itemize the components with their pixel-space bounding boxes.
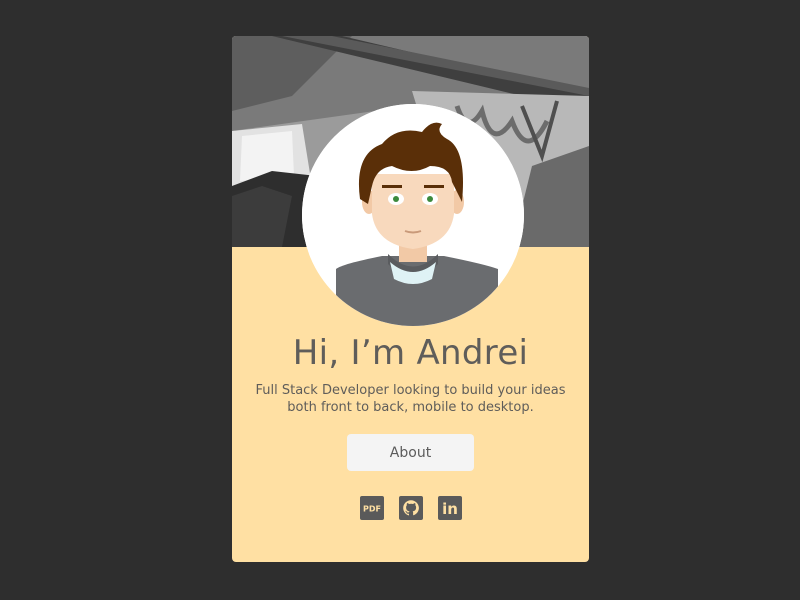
linkedin-icon: in xyxy=(438,496,462,520)
greeting-heading: Hi, I’m Andrei xyxy=(292,333,529,373)
profile-card: Hi, I’m Andrei Full Stack Developer look… xyxy=(232,36,589,562)
linkedin-link[interactable]: in xyxy=(438,496,462,520)
github-link[interactable] xyxy=(399,496,423,520)
tagline-line-2: both front to back, mobile to desktop. xyxy=(287,400,534,415)
pdf-icon-label: PDF xyxy=(363,505,381,514)
github-icon xyxy=(399,496,423,520)
tagline: Full Stack Developer looking to build yo… xyxy=(232,382,589,416)
social-links: PDF in xyxy=(360,496,462,520)
pdf-icon: PDF xyxy=(360,496,384,520)
about-button[interactable]: About xyxy=(347,434,474,471)
tagline-line-1: Full Stack Developer looking to build yo… xyxy=(255,383,566,398)
pdf-link[interactable]: PDF xyxy=(360,496,384,520)
linkedin-icon-label: in xyxy=(442,500,458,518)
avatar xyxy=(302,104,524,326)
